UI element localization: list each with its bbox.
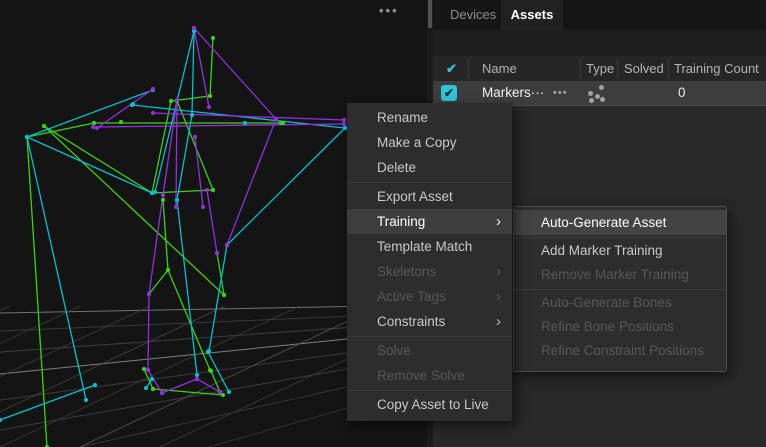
- training-submenu: Auto-Generate Asset Add Marker Training …: [513, 206, 727, 372]
- menu-item-export-asset[interactable]: Export Asset: [347, 184, 512, 209]
- submenu-arrow-icon: ›: [496, 309, 501, 334]
- menu-item-auto-generate-bones: Auto-Generate Bones: [514, 291, 726, 315]
- menu-item-copy-asset-to-live[interactable]: Copy Asset to Live: [347, 392, 512, 417]
- menu-item-label: Training: [377, 214, 425, 229]
- training-count-value: 0: [678, 81, 686, 105]
- submenu-arrow-icon: ›: [496, 209, 501, 234]
- menu-item-label: Active Tags: [377, 289, 446, 304]
- viewport-options-icon[interactable]: •••: [379, 3, 399, 18]
- column-header-type[interactable]: Type: [586, 56, 614, 81]
- row-checkbox[interactable]: ✔: [441, 85, 457, 101]
- menu-separator: [347, 390, 512, 391]
- menu-item-constraints[interactable]: Constraints ›: [347, 309, 512, 334]
- header-divider: [668, 59, 669, 78]
- column-header-name[interactable]: Name: [482, 56, 517, 81]
- menu-item-skeletons: Skeletons ›: [347, 259, 512, 284]
- assets-table-header: ✔ Name Type Solved Training Count: [433, 56, 766, 81]
- menu-item-remove-solve: Remove Solve: [347, 363, 512, 388]
- column-header-solved[interactable]: Solved: [624, 56, 664, 81]
- table-row[interactable]: ✔ Markers··· ••• 0: [433, 81, 766, 105]
- menu-item-rename[interactable]: Rename: [347, 105, 512, 130]
- panel-splitter-handle[interactable]: [428, 0, 432, 28]
- menu-item-solve: Solve: [347, 338, 512, 363]
- menu-item-refine-bone-positions: Refine Bone Positions: [514, 315, 726, 339]
- menu-item-make-a-copy[interactable]: Make a Copy: [347, 130, 512, 155]
- menu-item-training[interactable]: Training ›: [347, 209, 512, 234]
- menu-separator: [514, 289, 726, 290]
- header-divider: [580, 59, 581, 78]
- menu-item-add-marker-training[interactable]: Add Marker Training: [514, 239, 726, 263]
- header-divider: [468, 59, 469, 78]
- menu-item-template-match[interactable]: Template Match: [347, 234, 512, 259]
- menu-separator: [347, 182, 512, 183]
- menu-item-auto-generate-asset[interactable]: Auto-Generate Asset: [514, 210, 726, 235]
- tab-assets[interactable]: Assets: [501, 0, 563, 30]
- menu-item-active-tags: Active Tags ›: [347, 284, 512, 309]
- menu-item-remove-marker-training: Remove Marker Training: [514, 263, 726, 287]
- menu-item-refine-constraint-positions: Refine Constraint Positions: [514, 339, 726, 363]
- panel-toolbar-area: [433, 30, 766, 56]
- tab-devices[interactable]: Devices: [433, 0, 501, 30]
- panel-tabbar: Devices Assets: [433, 0, 766, 30]
- header-divider: [617, 59, 618, 78]
- marker-cluster-icon: [588, 85, 606, 102]
- submenu-arrow-icon: ›: [496, 259, 501, 284]
- select-all-check-icon[interactable]: ✔: [446, 56, 457, 81]
- menu-item-label: Constraints: [377, 314, 445, 329]
- asset-context-menu: Rename Make a Copy Delete Export Asset T…: [347, 103, 512, 421]
- menu-item-delete[interactable]: Delete: [347, 155, 512, 180]
- menu-separator: [347, 336, 512, 337]
- row-options-icon[interactable]: •••: [553, 81, 568, 105]
- app-window: ••• Devices Assets ✔ Name Type Solved Tr…: [0, 0, 766, 447]
- submenu-arrow-icon: ›: [496, 284, 501, 309]
- menu-item-label: Skeletons: [377, 264, 436, 279]
- menu-separator: [514, 237, 726, 238]
- column-header-training-count[interactable]: Training Count: [674, 56, 759, 81]
- asset-name: Markers···: [482, 81, 544, 105]
